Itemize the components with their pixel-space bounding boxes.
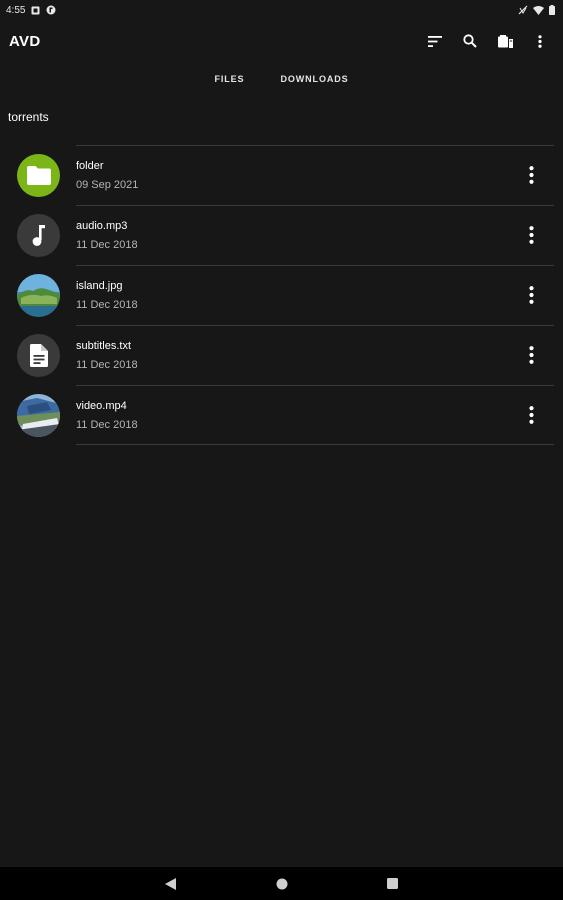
- file-menu-button[interactable]: [522, 405, 540, 425]
- video-thumbnail: [17, 394, 60, 437]
- file-text: island.jpg 11 Dec 2018: [76, 279, 138, 312]
- navigation-bar: [0, 867, 563, 900]
- status-left: 4:55: [6, 5, 56, 16]
- music-note-icon: [32, 224, 45, 246]
- audio-thumb: [17, 214, 60, 257]
- back-icon: [165, 877, 176, 890]
- recents-button[interactable]: [386, 877, 400, 891]
- folder-icon: [26, 166, 51, 185]
- file-text: audio.mp3 11 Dec 2018: [76, 219, 138, 252]
- more-vert-icon: [528, 226, 534, 244]
- file-date: 09 Sep 2021: [76, 179, 139, 191]
- file-date: 11 Dec 2018: [76, 359, 138, 371]
- storage-button[interactable]: [496, 32, 514, 50]
- battery-icon: [549, 5, 555, 15]
- list-item-folder[interactable]: folder 09 Sep 2021: [0, 145, 563, 205]
- file-text: subtitles.txt 11 Dec 2018: [76, 339, 138, 372]
- file-menu-button[interactable]: [522, 225, 540, 245]
- home-icon: [276, 878, 287, 889]
- status-time: 4:55: [6, 4, 26, 16]
- tab-downloads[interactable]: DOWNLOADS: [280, 66, 348, 92]
- sort-icon: [428, 35, 442, 47]
- file-name: island.jpg: [76, 280, 123, 292]
- file-name: video.mp4: [76, 400, 127, 412]
- overflow-menu-button[interactable]: [531, 32, 549, 50]
- file-name: subtitles.txt: [76, 340, 132, 352]
- file-date: 11 Dec 2018: [76, 299, 138, 311]
- document-icon: [29, 344, 48, 367]
- more-vert-icon: [528, 406, 534, 424]
- folder-thumb: [17, 154, 60, 197]
- app-title: AVD: [9, 32, 41, 50]
- file-list: folder 09 Sep 2021 audio.mp3 11 Dec 2018: [0, 145, 563, 445]
- file-text: folder 09 Sep 2021: [76, 159, 138, 192]
- more-vert-icon: [528, 286, 534, 304]
- more-vert-icon: [538, 34, 542, 48]
- home-button[interactable]: [275, 877, 289, 891]
- file-name: folder: [76, 160, 104, 172]
- status-right: [518, 5, 555, 15]
- wifi-icon: [533, 5, 544, 15]
- image-thumbnail: [17, 274, 60, 317]
- app-bar-actions: [426, 32, 549, 50]
- tab-bar: FILES DOWNLOADS: [0, 66, 563, 92]
- back-button[interactable]: [164, 877, 178, 891]
- file-text: video.mp4 11 Dec 2018: [76, 399, 138, 432]
- tab-files[interactable]: FILES: [214, 66, 244, 92]
- sd-card-icon: [31, 6, 40, 15]
- sort-button[interactable]: [426, 32, 444, 50]
- file-date: 11 Dec 2018: [76, 239, 138, 251]
- more-vert-icon: [528, 346, 534, 364]
- list-item-text[interactable]: subtitles.txt 11 Dec 2018: [0, 325, 563, 385]
- recents-icon: [387, 878, 398, 889]
- breadcrumb[interactable]: torrents: [8, 110, 49, 124]
- app-bar: AVD: [0, 20, 563, 62]
- search-icon: [463, 34, 477, 48]
- file-date: 11 Dec 2018: [76, 419, 138, 431]
- file-menu-button[interactable]: [522, 165, 540, 185]
- list-item-video[interactable]: video.mp4 11 Dec 2018: [0, 385, 563, 445]
- wifi-off-icon: [518, 5, 528, 15]
- list-item-audio[interactable]: audio.mp3 11 Dec 2018: [0, 205, 563, 265]
- file-name: audio.mp3: [76, 220, 128, 232]
- more-vert-icon: [528, 166, 534, 184]
- text-thumb: [17, 334, 60, 377]
- status-bar: 4:55: [0, 0, 563, 20]
- storage-icon: [497, 34, 513, 48]
- app-notification-icon: [46, 5, 56, 15]
- search-button[interactable]: [461, 32, 479, 50]
- file-menu-button[interactable]: [522, 285, 540, 305]
- list-item-image[interactable]: island.jpg 11 Dec 2018: [0, 265, 563, 325]
- file-menu-button[interactable]: [522, 345, 540, 365]
